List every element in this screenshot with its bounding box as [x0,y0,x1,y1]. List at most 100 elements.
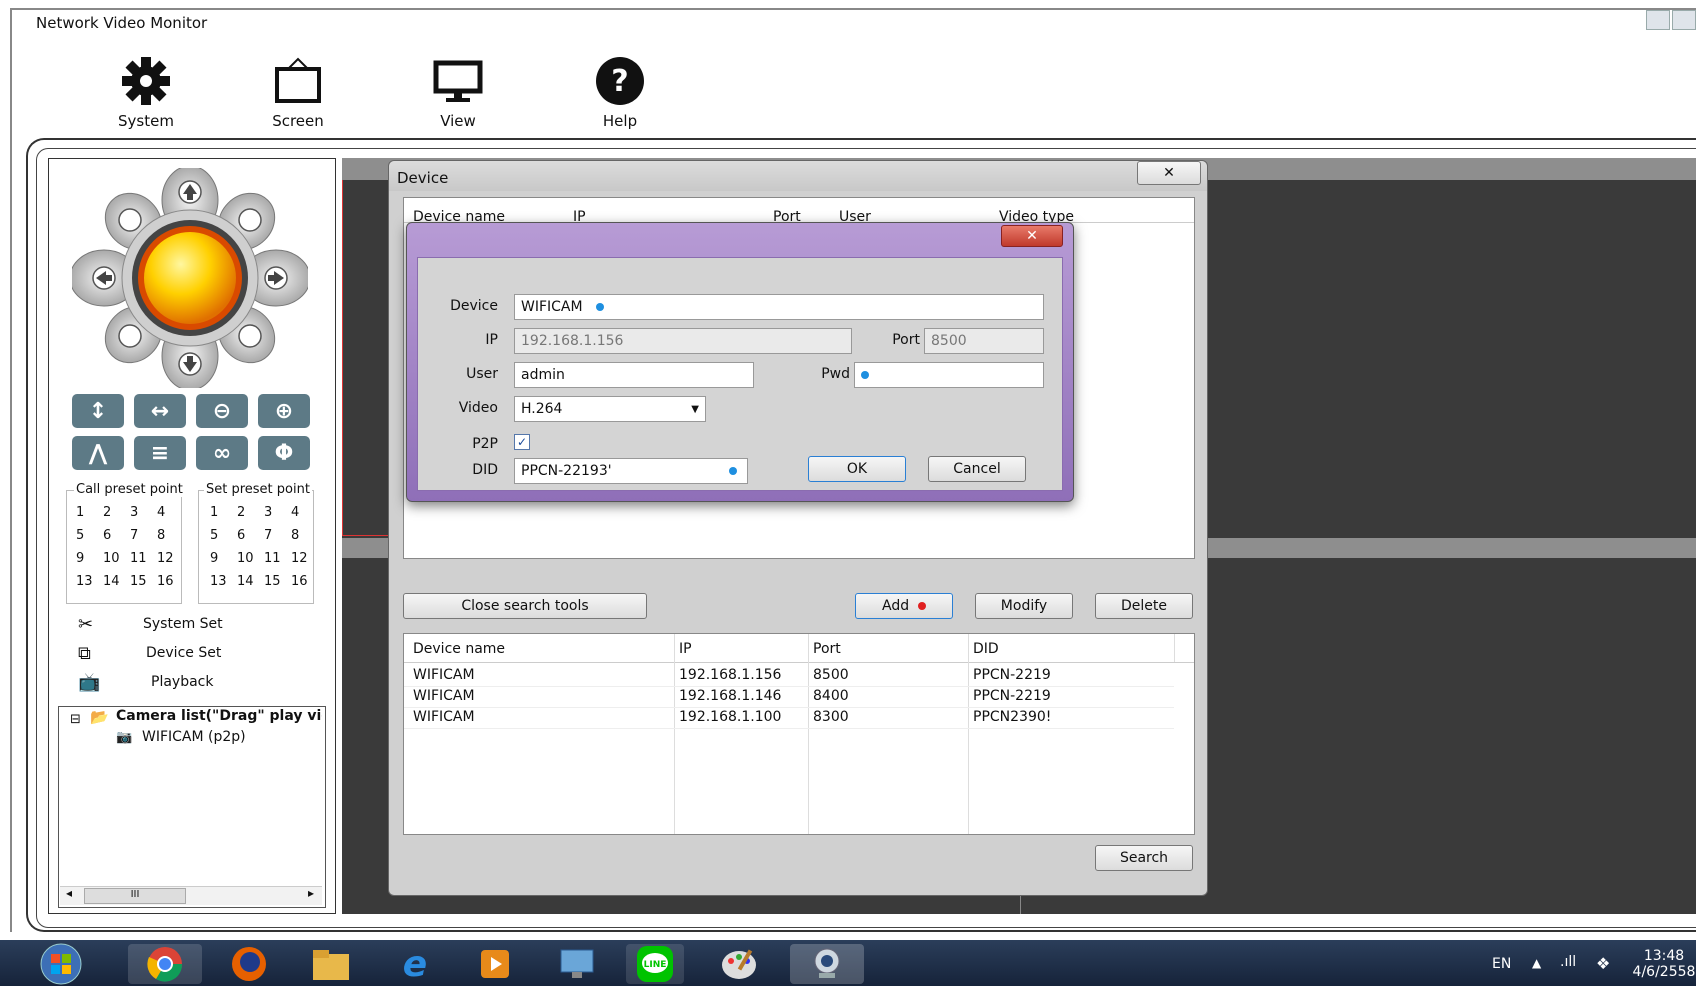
nvm-taskbar-button[interactable] [790,944,864,984]
scroll-left-arrow-icon[interactable]: ◂ [66,886,72,900]
set-preset-9[interactable]: 9 [210,551,237,566]
call-preset-4[interactable]: 4 [157,505,184,520]
call-preset-5[interactable]: 5 [76,528,103,543]
window-controls [1644,10,1696,34]
media-player-taskbar-button[interactable] [468,944,522,984]
maximize-button[interactable] [1672,10,1696,30]
p2p-checkbox[interactable]: ✓ [514,434,530,450]
set-preset-8[interactable]: 8 [291,528,318,543]
search-col-device-name[interactable]: Device name [413,641,505,657]
set-preset-13[interactable]: 13 [210,574,237,589]
device-name-input[interactable]: WIFICAM [514,294,1044,320]
video-type-select[interactable]: H.264 ▼ [514,396,706,422]
ip-input[interactable]: 192.168.1.156 [514,328,852,354]
set-preset-3[interactable]: 3 [264,505,291,520]
zoom-in-button[interactable]: ⊕ [258,394,310,428]
call-preset-10[interactable]: 10 [103,551,130,566]
explorer-taskbar-button[interactable] [304,944,358,984]
call-preset-9[interactable]: 9 [76,551,103,566]
start-button[interactable] [34,943,88,985]
call-preset-1[interactable]: 1 [76,505,103,520]
table-row[interactable]: WIFICAM 192.168.1.100 8300 PPCN2390! [404,707,1174,729]
device-dialog-close-button[interactable]: ✕ [1137,161,1201,185]
toolbar-system[interactable]: System [96,50,196,130]
input-language[interactable]: EN [1492,956,1511,972]
did-input[interactable]: PPCN-22193' [514,458,748,484]
toolbar-screen[interactable]: Screen [248,50,348,130]
call-preset-15[interactable]: 15 [130,574,157,589]
set-preset-5[interactable]: 5 [210,528,237,543]
paint-taskbar-button[interactable] [712,944,766,984]
set-preset-6[interactable]: 6 [237,528,264,543]
set-preset-1[interactable]: 1 [210,505,237,520]
ptz-joystick[interactable] [69,165,311,392]
clock[interactable]: 13:48 4/6/2558 [1632,948,1696,980]
tools-icon: ✂ [78,614,94,635]
modify-button[interactable]: Modify [975,593,1073,619]
set-preset-16[interactable]: 16 [291,574,318,589]
search-button[interactable]: Search [1095,845,1193,871]
close-search-tools-button[interactable]: Close search tools [403,593,647,619]
password-input[interactable] [854,362,1044,388]
call-preset-12[interactable]: 12 [157,551,184,566]
set-preset-14[interactable]: 14 [237,574,264,589]
call-preset-16[interactable]: 16 [157,574,184,589]
signal-strength-icon[interactable]: .ıll [1560,954,1576,970]
flip-vertical-button[interactable]: ↕ [72,394,124,428]
menu-device-set[interactable]: ⧉ Device Set [78,643,318,665]
tree-expand-icon[interactable]: ⊟ [70,712,81,727]
ie-taskbar-button[interactable]: e [388,944,442,985]
flip-horizontal-button[interactable]: ↔ [134,394,186,428]
table-row[interactable]: WIFICAM 192.168.1.156 8500 PPCN-2219 [404,665,1174,687]
call-preset-2[interactable]: 2 [103,505,130,520]
minimize-button[interactable] [1646,10,1670,30]
line-taskbar-button[interactable]: LINE [626,944,684,984]
cancel-button[interactable]: Cancel [928,456,1026,482]
port-input[interactable]: 8500 [924,328,1044,354]
ok-button[interactable]: OK [808,456,906,482]
call-preset-3[interactable]: 3 [130,505,157,520]
search-results[interactable] [403,633,1195,835]
add-button[interactable]: Add [855,593,953,619]
video-type-value: H.264 [521,401,563,417]
call-preset-14[interactable]: 14 [103,574,130,589]
call-preset-8[interactable]: 8 [157,528,184,543]
control-panel-taskbar-button[interactable] [550,944,604,984]
set-preset-title: Set preset point [204,482,312,497]
search-col-port[interactable]: Port [813,641,841,657]
zoom-out-button[interactable]: ⊖ [196,394,248,428]
dropbox-icon[interactable]: ❖ [1596,954,1610,973]
toolbar-view[interactable]: View [408,50,508,130]
set-preset-10[interactable]: 10 [237,551,264,566]
camera-list-root[interactable]: Camera list("Drag" play vid [116,708,322,724]
scroll-right-arrow-icon[interactable]: ▸ [308,886,314,900]
toolbar-help[interactable]: ? Help [570,50,670,130]
call-preset-11[interactable]: 11 [130,551,157,566]
table-row[interactable]: WIFICAM 192.168.1.146 8400 PPCN-2219 [404,686,1174,708]
call-preset-13[interactable]: 13 [76,574,103,589]
cruise-vertical-button[interactable]: ⋀ [72,436,124,470]
stop-cruise-button[interactable]: Φ [258,436,310,470]
menu-playback[interactable]: 📺 Playback [78,672,318,694]
edit-dialog-close-button[interactable]: ✕ [1001,225,1063,247]
call-preset-7[interactable]: 7 [130,528,157,543]
tree-scroll-thumb[interactable]: III [84,888,186,904]
set-preset-12[interactable]: 12 [291,551,318,566]
infinite-cruise-button[interactable]: ∞ [196,436,248,470]
cruise-horizontal-button[interactable]: ≡ [134,436,186,470]
call-preset-6[interactable]: 6 [103,528,130,543]
user-input[interactable]: admin [514,362,754,388]
set-preset-4[interactable]: 4 [291,505,318,520]
set-preset-7[interactable]: 7 [264,528,291,543]
search-col-ip[interactable]: IP [679,641,692,657]
chrome-taskbar-button[interactable] [128,944,202,984]
set-preset-11[interactable]: 11 [264,551,291,566]
menu-system-set[interactable]: ✂ System Set [78,614,318,636]
set-preset-15[interactable]: 15 [264,574,291,589]
delete-button[interactable]: Delete [1095,593,1193,619]
camera-list-item[interactable]: WIFICAM (p2p) [142,729,246,745]
search-col-did[interactable]: DID [973,641,999,657]
show-hidden-icons-icon[interactable]: ▲ [1532,956,1541,970]
firefox-taskbar-button[interactable] [222,944,276,984]
set-preset-2[interactable]: 2 [237,505,264,520]
